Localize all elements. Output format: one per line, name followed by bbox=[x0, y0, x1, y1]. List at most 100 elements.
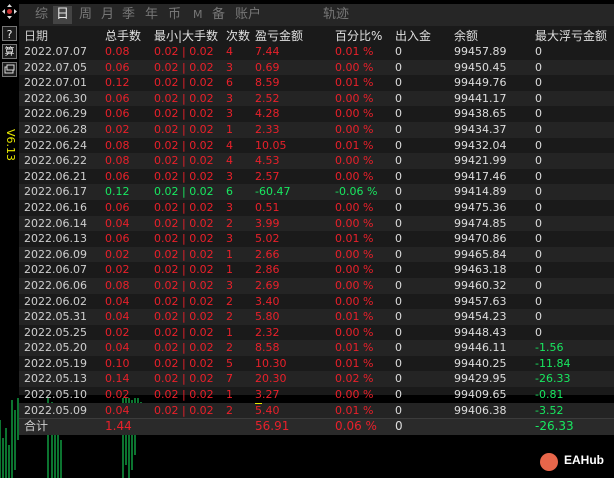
cell-dd: 0 bbox=[535, 138, 542, 152]
cell-lots: 0.02 bbox=[105, 247, 130, 261]
tab-account[interactable]: 账户 bbox=[235, 6, 261, 24]
cell-balance: 99406.38 bbox=[454, 403, 507, 417]
eahub-logo: EAHub bbox=[540, 452, 610, 472]
cell-count: 2 bbox=[226, 403, 233, 417]
tab-currency[interactable]: 币 bbox=[168, 6, 181, 24]
cell-pl: 4.28 bbox=[255, 107, 280, 121]
cell-date: 2022.05.19 bbox=[24, 356, 87, 370]
cell-date: 2022.06.16 bbox=[24, 200, 87, 214]
tab-weekly[interactable]: 周 bbox=[79, 6, 92, 24]
cell-lots: 0.02 bbox=[105, 122, 130, 136]
cell-date: 2022.06.28 bbox=[24, 122, 87, 136]
table-row[interactable]: 2022.05.09 0.04 0.02 | 0.02 2 5.40 0.01 % 0 994… bbox=[19, 402, 614, 419]
header-date: 日期 bbox=[24, 29, 49, 43]
table-row[interactable]: 2022.06.22 0.08 0.02 | 0.02 4 4.53 0.00 % 0 994… bbox=[19, 153, 614, 169]
cell-minmax: 0.02 | 0.02 bbox=[154, 294, 214, 308]
cell-pct: -0.06 % bbox=[335, 185, 378, 199]
cell-pl: 10.05 bbox=[255, 138, 287, 152]
table-row[interactable]: 2022.07.05 0.06 0.02 | 0.02 3 0.69 0.00 % 0 994… bbox=[19, 59, 614, 76]
cell-date: 2022.06.06 bbox=[24, 278, 87, 292]
cell-dd: -11.84 bbox=[535, 356, 571, 370]
cell-balance: 99441.17 bbox=[454, 91, 507, 105]
cell-count: 3 bbox=[226, 60, 233, 74]
cell-balance: 99474.85 bbox=[454, 216, 507, 230]
cell-dd: 0 bbox=[535, 294, 542, 308]
header-pl: 盈亏金额 bbox=[255, 29, 304, 43]
cell-pl: 5.40 bbox=[255, 403, 280, 417]
cell-lots: 0.06 bbox=[105, 91, 130, 105]
cell-count: 4 bbox=[226, 45, 233, 58]
table-body: 2022.07.07 0.08 0.02 | 0.02 4 7.44 0.01 % 0 994… bbox=[19, 44, 614, 419]
cell-io: 0 bbox=[395, 45, 402, 58]
cell-minmax: 0.02 | 0.02 bbox=[154, 76, 214, 90]
table-row[interactable]: 2022.05.20 0.04 0.02 | 0.02 2 8.58 0.01 % 0 994… bbox=[19, 340, 614, 356]
cell-lots: 0.12 bbox=[105, 76, 130, 90]
cell-count: 2 bbox=[226, 216, 233, 230]
cell-pct: 0.00 % bbox=[335, 388, 374, 402]
cell-pct: 0.00 % bbox=[335, 263, 374, 277]
table-row[interactable]: 2022.06.06 0.08 0.02 | 0.02 3 2.69 0.00 % 0 994… bbox=[19, 277, 614, 294]
cell-balance: 99463.18 bbox=[454, 263, 507, 277]
table-row[interactable]: 2022.07.01 0.12 0.02 | 0.02 6 8.59 0.01 % 0 994… bbox=[19, 75, 614, 91]
table-row[interactable]: 2022.06.09 0.02 0.02 | 0.02 1 2.66 0.00 % 0 994… bbox=[19, 246, 614, 263]
table-row[interactable]: 2022.06.30 0.06 0.02 | 0.02 3 2.52 0.00 % 0 994… bbox=[19, 90, 614, 107]
cell-balance: 99465.84 bbox=[454, 247, 507, 261]
total-io: 0 bbox=[395, 419, 403, 434]
table-row[interactable]: 2022.05.13 0.14 0.02 | 0.02 7 20.30 0.02 % 0 99… bbox=[19, 371, 614, 388]
cell-balance: 99454.23 bbox=[454, 310, 507, 324]
daily-table: 日期 总手数 最小|大手数 次数 盈亏金额 百分比% 出入金 余额 最大浮亏金额… bbox=[19, 28, 614, 435]
cell-minmax: 0.02 | 0.02 bbox=[154, 138, 214, 152]
calculator-icon[interactable]: 算 bbox=[2, 44, 17, 59]
cell-date: 2022.07.05 bbox=[24, 60, 87, 74]
cell-io: 0 bbox=[395, 294, 402, 308]
cell-io: 0 bbox=[395, 388, 402, 402]
table-row[interactable]: 2022.06.02 0.04 0.02 | 0.02 2 3.40 0.00 % 0 994… bbox=[19, 294, 614, 310]
cell-io: 0 bbox=[395, 169, 402, 183]
table-row[interactable]: 2022.06.21 0.06 0.02 | 0.02 3 2.57 0.00 % 0 994… bbox=[19, 169, 614, 185]
cell-date: 2022.06.09 bbox=[24, 247, 87, 261]
table-row[interactable]: 2022.06.28 0.02 0.02 | 0.02 1 2.33 0.00 % 0 994… bbox=[19, 121, 614, 138]
table-row[interactable]: 2022.06.24 0.08 0.02 | 0.02 4 10.05 0.01 % 0 99… bbox=[19, 138, 614, 154]
table-row[interactable]: 2022.06.07 0.02 0.02 | 0.02 1 2.86 0.00 % 0 994… bbox=[19, 262, 614, 278]
table-row[interactable]: 2022.06.16 0.06 0.02 | 0.02 3 0.51 0.00 % 0 994… bbox=[19, 200, 614, 216]
table-row[interactable]: 2022.06.14 0.04 0.02 | 0.02 2 3.99 0.00 % 0 994… bbox=[19, 215, 614, 232]
header-pct: 百分比% bbox=[335, 29, 383, 43]
tab-quarterly[interactable]: 季 bbox=[122, 6, 135, 24]
cell-lots: 0.02 bbox=[105, 388, 130, 402]
table-row[interactable]: 2022.05.10 0.02 0.02 | 0.02 1 3.27 0.00 % 0 994… bbox=[19, 387, 614, 403]
cell-lots: 0.02 bbox=[105, 325, 130, 339]
cell-pct: 0.00 % bbox=[335, 60, 374, 74]
table-row[interactable]: 2022.06.13 0.06 0.02 | 0.02 3 5.02 0.01 % 0 994… bbox=[19, 231, 614, 247]
crosshair-icon[interactable] bbox=[2, 4, 17, 19]
cell-minmax: 0.02 | 0.02 bbox=[154, 45, 214, 58]
table-row[interactable]: 2022.06.29 0.06 0.02 | 0.02 3 4.28 0.00 % 0 994… bbox=[19, 106, 614, 122]
cell-minmax: 0.02 | 0.02 bbox=[154, 185, 214, 199]
cell-pl: 0.51 bbox=[255, 200, 280, 214]
table-row[interactable]: 2022.07.07 0.08 0.02 | 0.02 4 7.44 0.01 % 0 994… bbox=[19, 44, 614, 60]
help-icon[interactable]: ? bbox=[2, 26, 17, 41]
tab-trajectory[interactable]: 轨迹 bbox=[323, 6, 349, 24]
tab-m[interactable]: M bbox=[193, 6, 203, 24]
tab-monthly[interactable]: 月 bbox=[101, 6, 114, 24]
tab-overview[interactable]: 综 bbox=[35, 6, 48, 24]
table-row[interactable]: 2022.06.17 0.12 0.02 | 0.02 6 -60.47 -0.06 % 0… bbox=[19, 184, 614, 200]
table-row[interactable]: 2022.05.19 0.10 0.02 | 0.02 5 10.30 0.01 % 0 99… bbox=[19, 356, 614, 372]
cell-date: 2022.06.21 bbox=[24, 169, 87, 183]
cell-date: 2022.06.24 bbox=[24, 138, 87, 152]
cell-pl: 2.52 bbox=[255, 91, 280, 105]
cell-pct: 0.02 % bbox=[335, 372, 374, 386]
header-minmax: 最小|大手数 bbox=[154, 29, 219, 43]
tab-yearly[interactable]: 年 bbox=[145, 6, 158, 24]
table-row[interactable]: 2022.05.31 0.04 0.02 | 0.02 2 5.80 0.01 % 0 994… bbox=[19, 309, 614, 325]
cell-pl: -60.47 bbox=[255, 185, 291, 199]
cell-pl: 8.58 bbox=[255, 341, 280, 355]
tab-daily[interactable]: 日 bbox=[53, 6, 73, 24]
table-row[interactable]: 2022.05.25 0.02 0.02 | 0.02 1 2.32 0.00 % 0 994… bbox=[19, 325, 614, 341]
cell-minmax: 0.02 | 0.02 bbox=[154, 60, 214, 74]
window-icon[interactable] bbox=[2, 62, 17, 77]
cell-pl: 5.02 bbox=[255, 232, 280, 246]
left-toolbar: ? 算 V6.13 bbox=[0, 0, 19, 395]
cell-io: 0 bbox=[395, 200, 402, 214]
cell-pct: 0.00 % bbox=[335, 216, 374, 230]
tab-notes[interactable]: 备 bbox=[212, 6, 225, 24]
